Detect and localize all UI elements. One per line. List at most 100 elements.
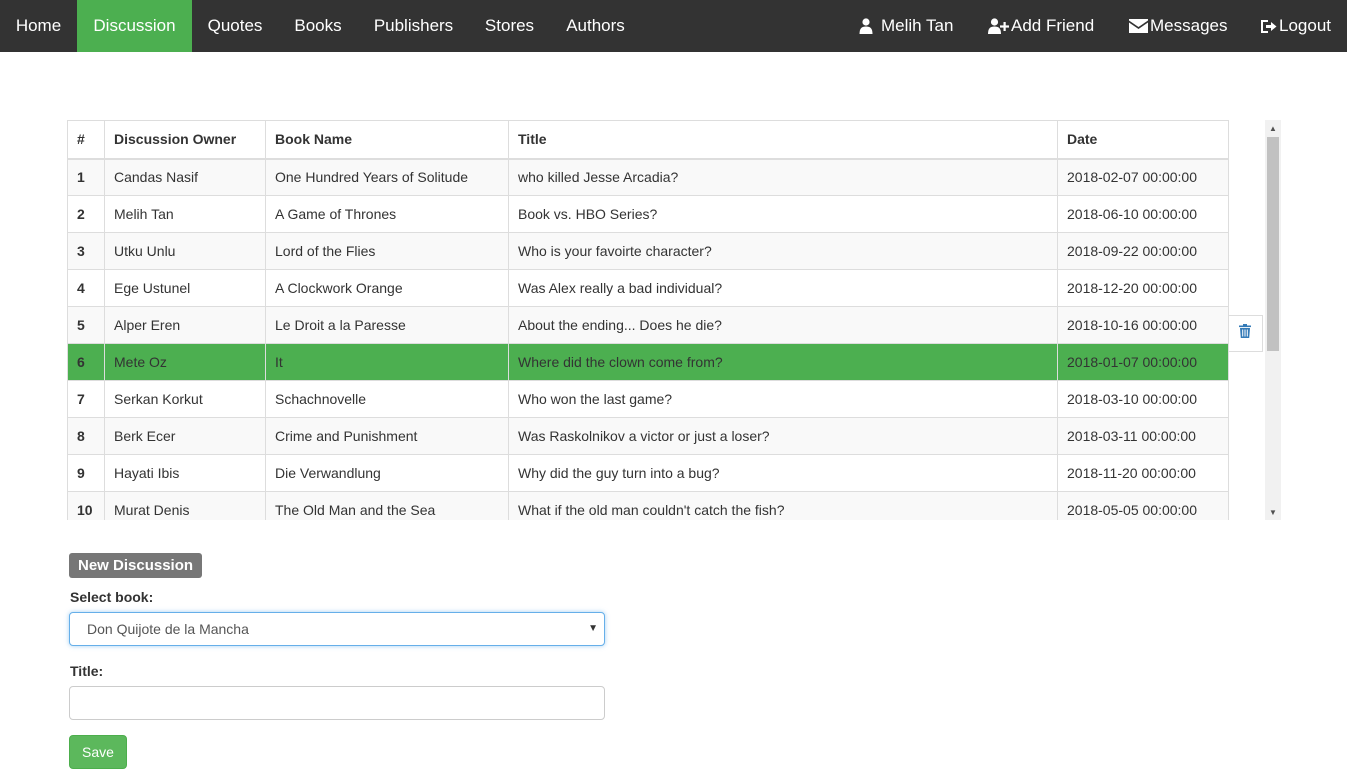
row-title: Who is your favoirte character? [508,232,1058,270]
row-number: 3 [67,232,105,270]
row-title: Where did the clown come from? [508,343,1058,381]
row-number: 4 [67,269,105,307]
row-date: 2018-05-05 00:00:00 [1057,491,1229,520]
row-book: Die Verwandlung [265,454,509,492]
nav-publishers-label: Publishers [373,16,454,35]
row-date: 2018-01-07 00:00:00 [1057,343,1229,381]
nav-home[interactable]: Home [0,0,77,52]
row-title: What if the old man couldn't catch the f… [508,491,1058,520]
nav-publishers[interactable]: Publishers [358,0,469,52]
row-title: Why did the guy turn into a bug? [508,454,1058,492]
row-number: 6 [67,343,105,381]
nav-stores[interactable]: Stores [469,0,550,52]
col-header-book: Book Name [265,120,509,160]
nav-user[interactable]: Melih Tan [859,0,953,52]
nav-add-friend[interactable]: Add Friend [988,0,1094,52]
table-scrollbar[interactable]: ▲ ▼ [1265,120,1281,520]
row-owner: Berk Ecer [104,417,266,455]
row-date: 2018-10-16 00:00:00 [1057,306,1229,344]
row-date: 2018-11-20 00:00:00 [1057,454,1229,492]
scroll-down-arrow-icon[interactable]: ▼ [1265,504,1281,520]
row-number: 10 [67,491,105,520]
nav-authors-label: Authors [566,16,625,35]
nav-books[interactable]: Books [278,0,358,52]
table-row[interactable]: 9 Hayati Ibis Die Verwandlung Why did th… [67,454,1229,492]
envelope-icon [1129,19,1148,33]
row-owner: Serkan Korkut [104,380,266,418]
row-owner: Hayati Ibis [104,454,266,492]
book-select[interactable]: Don Quijote de la Mancha ▼ [69,612,605,646]
nav-messages-label: Messages [1150,16,1228,35]
row-date: 2018-03-10 00:00:00 [1057,380,1229,418]
trash-icon [1239,324,1251,343]
row-book: A Clockwork Orange [265,269,509,307]
row-number: 8 [67,417,105,455]
row-book: It [265,343,509,381]
book-select-value: Don Quijote de la Mancha [87,621,249,637]
nav-authors[interactable]: Authors [550,0,641,52]
row-title: who killed Jesse Arcadia? [508,158,1058,196]
row-owner: Murat Denis [104,491,266,520]
discussion-table-container[interactable]: # Discussion Owner Book Name Title Date … [67,120,1281,520]
scrollbar-thumb[interactable] [1267,137,1279,351]
top-navbar: Home Discussion Quotes Books Publishers … [0,0,1347,52]
nav-quotes-label: Quotes [207,16,263,35]
nav-logout[interactable]: Logout [1261,0,1331,52]
table-row[interactable]: 5 Alper Eren Le Droit a la Paresse About… [67,306,1229,344]
col-header-number: # [67,120,105,160]
title-input[interactable] [69,686,605,720]
table-row[interactable]: 7 Serkan Korkut Schachnovelle Who won th… [67,380,1229,418]
col-header-title: Title [508,120,1058,160]
row-number: 2 [67,195,105,233]
title-label: Title: [70,663,104,679]
row-owner: Candas Nasif [104,158,266,196]
row-title: Who won the last game? [508,380,1058,418]
row-book: A Game of Thrones [265,195,509,233]
table-row[interactable]: 10 Murat Denis The Old Man and the Sea W… [67,491,1229,520]
nav-quotes[interactable]: Quotes [192,0,278,52]
save-button[interactable]: Save [69,735,127,769]
row-title: Was Raskolnikov a victor or just a loser… [508,417,1058,455]
row-owner: Utku Unlu [104,232,266,270]
table-row-selected[interactable]: 6 Mete Oz It Where did the clown come fr… [67,343,1229,381]
nav-messages[interactable]: Messages [1129,0,1227,52]
nav-home-label: Home [15,16,62,35]
table-row[interactable]: 3 Utku Unlu Lord of the Flies Who is you… [67,232,1229,270]
col-header-owner: Discussion Owner [104,120,266,160]
table-row[interactable]: 1 Candas Nasif One Hundred Years of Soli… [67,158,1229,196]
row-number: 5 [67,306,105,344]
row-date: 2018-02-07 00:00:00 [1057,158,1229,196]
row-book: Crime and Punishment [265,417,509,455]
row-title: Was Alex really a bad individual? [508,269,1058,307]
row-date: 2018-09-22 00:00:00 [1057,232,1229,270]
table-header-row: # Discussion Owner Book Name Title Date [67,120,1229,160]
row-date: 2018-03-11 00:00:00 [1057,417,1229,455]
nav-user-label: Melih Tan [881,16,954,35]
nav-books-label: Books [294,16,342,35]
row-owner: Ege Ustunel [104,269,266,307]
row-book: One Hundred Years of Solitude [265,158,509,196]
delete-discussion-button[interactable] [1228,315,1263,352]
nav-add-friend-label: Add Friend [1011,16,1095,35]
nav-logout-label: Logout [1279,16,1331,35]
nav-discussion[interactable]: Discussion [77,0,192,52]
table-row[interactable]: 4 Ege Ustunel A Clockwork Orange Was Ale… [67,269,1229,307]
row-book: Schachnovelle [265,380,509,418]
row-book: Lord of the Flies [265,232,509,270]
logout-icon [1261,19,1277,34]
row-owner: Mete Oz [104,343,266,381]
table-row[interactable]: 2 Melih Tan A Game of Thrones Book vs. H… [67,195,1229,233]
new-discussion-badge: New Discussion [69,553,203,578]
row-owner: Alper Eren [104,306,266,344]
row-title: About the ending... Does he die? [508,306,1058,344]
chevron-down-icon: ▼ [588,623,598,634]
row-book: The Old Man and the Sea [265,491,509,520]
save-button-label: Save [82,744,114,760]
row-date: 2018-12-20 00:00:00 [1057,269,1229,307]
row-date: 2018-06-10 00:00:00 [1057,195,1229,233]
discussion-table: # Discussion Owner Book Name Title Date … [67,120,1229,520]
select-book-label: Select book: [70,589,154,605]
nav-discussion-label: Discussion [93,16,176,35]
table-row[interactable]: 8 Berk Ecer Crime and Punishment Was Ras… [67,417,1229,455]
scroll-up-arrow-icon[interactable]: ▲ [1265,120,1281,136]
